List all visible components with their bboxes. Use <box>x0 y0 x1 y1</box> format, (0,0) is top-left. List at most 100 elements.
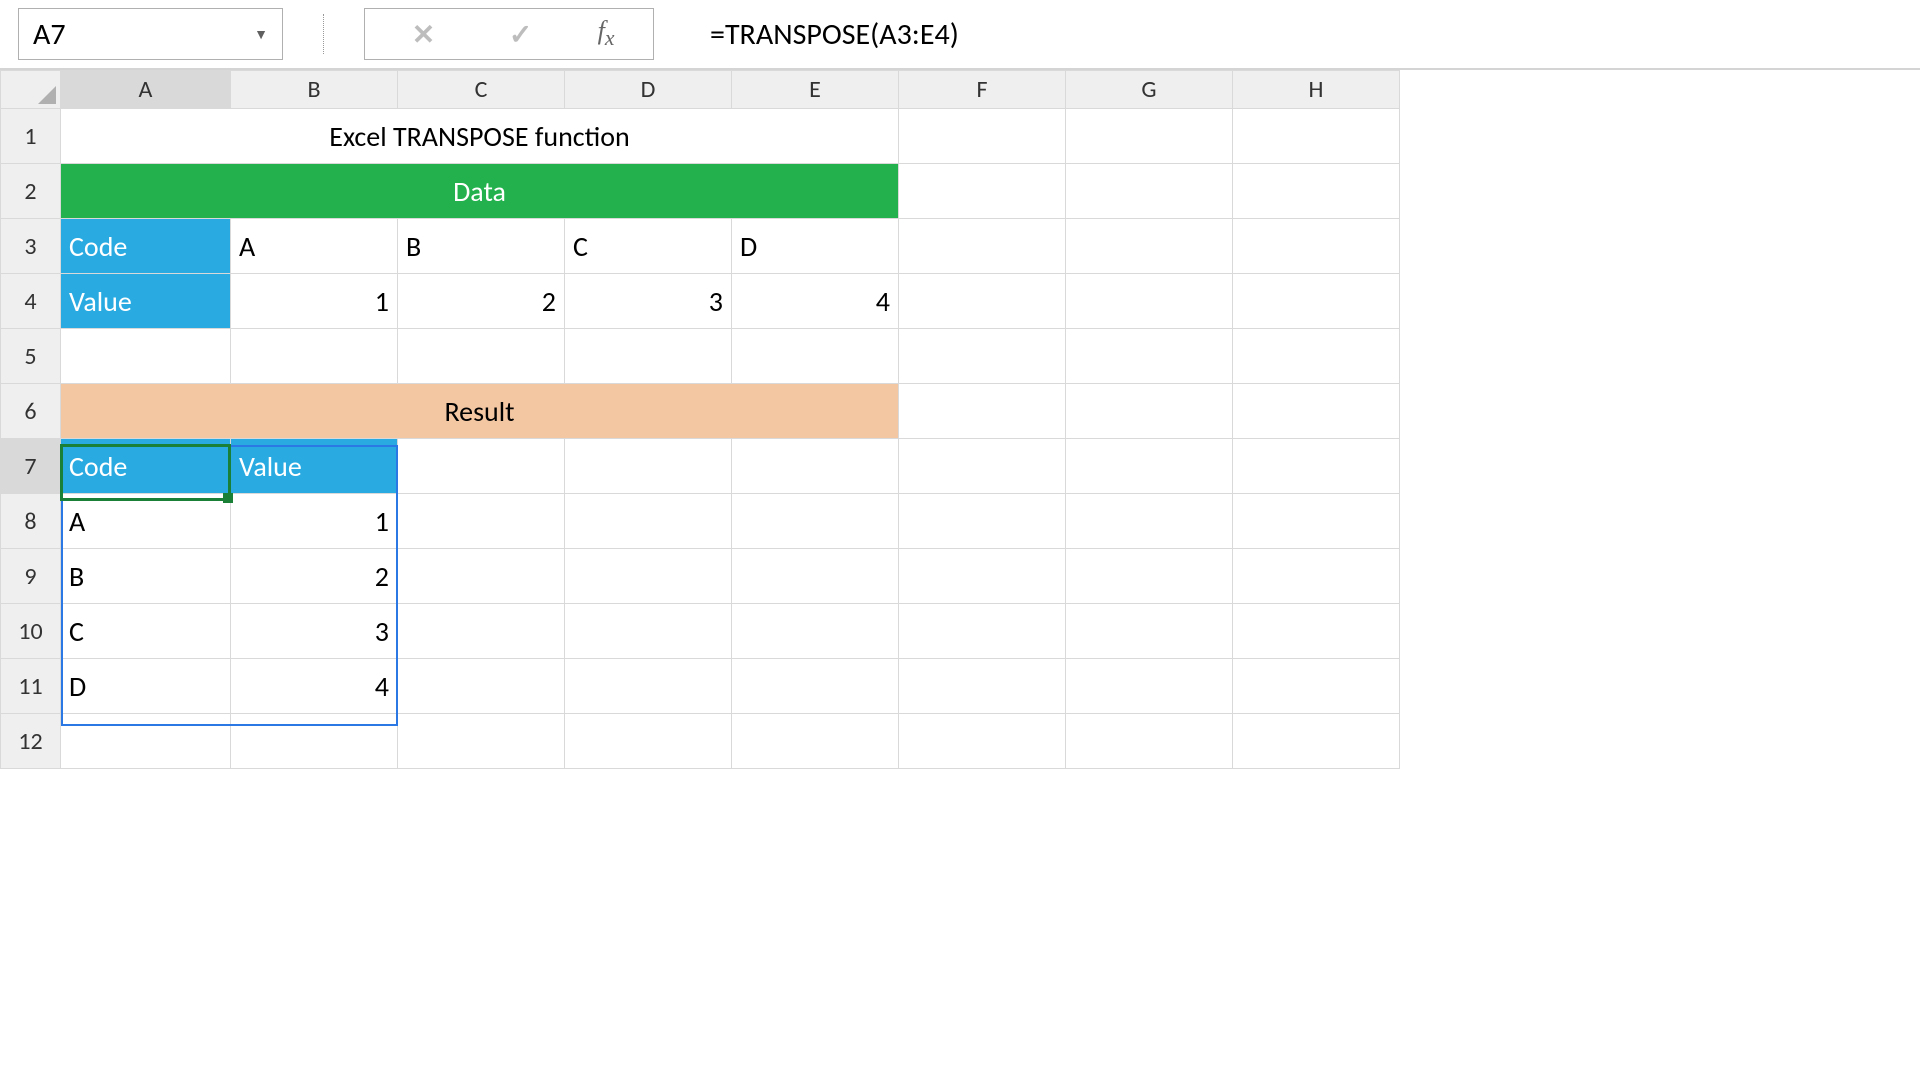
cell-A9[interactable]: B <box>61 549 231 604</box>
cell-F9[interactable] <box>899 549 1066 604</box>
row-header-2[interactable]: 2 <box>1 164 61 219</box>
cell-H9[interactable] <box>1233 549 1400 604</box>
row-header-1[interactable]: 1 <box>1 109 61 164</box>
cell-C9[interactable] <box>398 549 565 604</box>
cell-F4[interactable] <box>899 274 1066 329</box>
cell-E3[interactable]: D <box>732 219 899 274</box>
cell-F10[interactable] <box>899 604 1066 659</box>
cell-C7[interactable] <box>398 439 565 494</box>
cell-E11[interactable] <box>732 659 899 714</box>
cell-H10[interactable] <box>1233 604 1400 659</box>
col-header-A[interactable]: A <box>61 71 231 109</box>
col-header-C[interactable]: C <box>398 71 565 109</box>
cell-G1[interactable] <box>1066 109 1233 164</box>
cell-D7[interactable] <box>565 439 732 494</box>
cell-B5[interactable] <box>231 329 398 384</box>
row-header-12[interactable]: 12 <box>1 714 61 769</box>
cell-A12[interactable] <box>61 714 231 769</box>
col-header-F[interactable]: F <box>899 71 1066 109</box>
cell-A1[interactable]: Excel TRANSPOSE function <box>61 109 899 164</box>
col-header-E[interactable]: E <box>732 71 899 109</box>
cell-E4[interactable]: 4 <box>732 274 899 329</box>
row-header-3[interactable]: 3 <box>1 219 61 274</box>
cell-A7[interactable]: Code <box>61 439 231 494</box>
cell-G4[interactable] <box>1066 274 1233 329</box>
cell-D5[interactable] <box>565 329 732 384</box>
cell-G8[interactable] <box>1066 494 1233 549</box>
col-header-H[interactable]: H <box>1233 71 1400 109</box>
col-header-G[interactable]: G <box>1066 71 1233 109</box>
cell-G12[interactable] <box>1066 714 1233 769</box>
row-header-6[interactable]: 6 <box>1 384 61 439</box>
row-header-5[interactable]: 5 <box>1 329 61 384</box>
cell-C10[interactable] <box>398 604 565 659</box>
cell-B9[interactable]: 2 <box>231 549 398 604</box>
cell-B10[interactable]: 3 <box>231 604 398 659</box>
cell-G11[interactable] <box>1066 659 1233 714</box>
cell-A11[interactable]: D <box>61 659 231 714</box>
cell-G5[interactable] <box>1066 329 1233 384</box>
cell-D3[interactable]: C <box>565 219 732 274</box>
cell-H4[interactable] <box>1233 274 1400 329</box>
cell-F12[interactable] <box>899 714 1066 769</box>
cell-H5[interactable] <box>1233 329 1400 384</box>
cell-A2[interactable]: Data <box>61 164 899 219</box>
cell-G7[interactable] <box>1066 439 1233 494</box>
cell-B3[interactable]: A <box>231 219 398 274</box>
fx-icon[interactable]: fx <box>598 16 615 51</box>
row-header-8[interactable]: 8 <box>1 494 61 549</box>
cell-D4[interactable]: 3 <box>565 274 732 329</box>
cell-A6[interactable]: Result <box>61 384 899 439</box>
cell-A8[interactable]: A <box>61 494 231 549</box>
cell-H8[interactable] <box>1233 494 1400 549</box>
cell-H11[interactable] <box>1233 659 1400 714</box>
cell-E5[interactable] <box>732 329 899 384</box>
cell-B7[interactable]: Value <box>231 439 398 494</box>
row-header-10[interactable]: 10 <box>1 604 61 659</box>
cell-B8[interactable]: 1 <box>231 494 398 549</box>
cell-H12[interactable] <box>1233 714 1400 769</box>
row-header-7[interactable]: 7 <box>1 439 61 494</box>
cell-C5[interactable] <box>398 329 565 384</box>
cell-H2[interactable] <box>1233 164 1400 219</box>
cell-F7[interactable] <box>899 439 1066 494</box>
cell-G6[interactable] <box>1066 384 1233 439</box>
col-header-B[interactable]: B <box>231 71 398 109</box>
cell-E7[interactable] <box>732 439 899 494</box>
select-all-corner[interactable] <box>1 71 61 109</box>
cell-B12[interactable] <box>231 714 398 769</box>
cell-E12[interactable] <box>732 714 899 769</box>
cell-C4[interactable]: 2 <box>398 274 565 329</box>
cell-D8[interactable] <box>565 494 732 549</box>
cell-A3[interactable]: Code <box>61 219 231 274</box>
cell-G2[interactable] <box>1066 164 1233 219</box>
cell-F5[interactable] <box>899 329 1066 384</box>
cell-D11[interactable] <box>565 659 732 714</box>
cell-H1[interactable] <box>1233 109 1400 164</box>
cell-B4[interactable]: 1 <box>231 274 398 329</box>
cell-G10[interactable] <box>1066 604 1233 659</box>
formula-input[interactable]: =TRANSPOSE(A3:E4) <box>694 16 1902 53</box>
cell-A5[interactable] <box>61 329 231 384</box>
chevron-down-icon[interactable]: ▼ <box>254 26 268 43</box>
cell-G9[interactable] <box>1066 549 1233 604</box>
cell-C3[interactable]: B <box>398 219 565 274</box>
cell-B11[interactable]: 4 <box>231 659 398 714</box>
cell-F3[interactable] <box>899 219 1066 274</box>
cell-F11[interactable] <box>899 659 1066 714</box>
cell-F6[interactable] <box>899 384 1066 439</box>
cell-H7[interactable] <box>1233 439 1400 494</box>
cell-F8[interactable] <box>899 494 1066 549</box>
cell-A10[interactable]: C <box>61 604 231 659</box>
cell-H6[interactable] <box>1233 384 1400 439</box>
cell-E10[interactable] <box>732 604 899 659</box>
spreadsheet-grid[interactable]: A B C D E F G H 1 Excel TRANSPOSE functi… <box>0 70 1920 769</box>
cell-F2[interactable] <box>899 164 1066 219</box>
cell-D10[interactable] <box>565 604 732 659</box>
cell-E8[interactable] <box>732 494 899 549</box>
cell-F1[interactable] <box>899 109 1066 164</box>
cell-A4[interactable]: Value <box>61 274 231 329</box>
cell-C8[interactable] <box>398 494 565 549</box>
col-header-D[interactable]: D <box>565 71 732 109</box>
cell-D12[interactable] <box>565 714 732 769</box>
